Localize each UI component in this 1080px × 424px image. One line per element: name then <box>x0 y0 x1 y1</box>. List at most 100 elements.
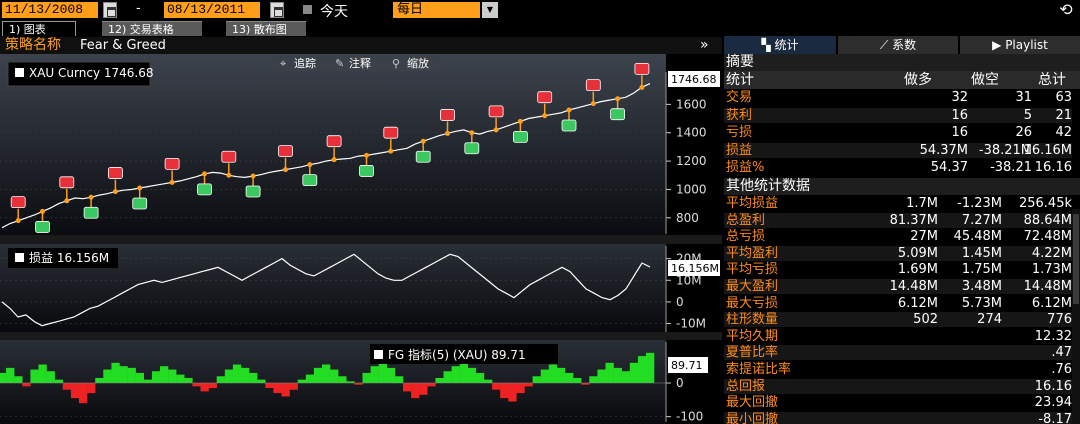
today-label[interactable]: 今天 <box>320 1 348 21</box>
trade-dot <box>615 96 621 102</box>
tab-stats[interactable]: ▚ 统计 <box>724 36 836 54</box>
trade-dot <box>445 130 450 136</box>
fg-bar <box>160 366 169 383</box>
buy-marker[interactable] <box>35 221 50 233</box>
short-value: 1.45M <box>961 245 1002 261</box>
sell-marker[interactable] <box>221 150 237 163</box>
buy-marker[interactable] <box>610 108 625 121</box>
buy-marker[interactable] <box>359 165 374 177</box>
fg-bar <box>338 376 347 383</box>
short-value: 31 <box>1015 90 1032 105</box>
total-value: .76 <box>1051 362 1072 377</box>
total-value: 16.16 <box>1034 378 1072 394</box>
end-calendar-icon[interactable] <box>270 2 284 18</box>
fg-bar <box>6 367 15 383</box>
fg-bar <box>208 383 217 389</box>
trade-dot <box>64 198 70 204</box>
tab-chart[interactable]: 1) 图表 <box>2 21 76 36</box>
stat-row: 夏普比率 .47 <box>724 345 1072 361</box>
legend-swatch[interactable] <box>15 253 24 262</box>
fg-bar <box>200 383 209 392</box>
buy-marker[interactable] <box>464 142 480 155</box>
fg-legend: FG 指标(5) (XAU) 89.71 <box>388 347 526 362</box>
long-value: 502 <box>913 312 938 328</box>
stat-row: 总回报 16.16 <box>724 378 1072 394</box>
fg-bar <box>224 369 234 383</box>
sell-marker[interactable] <box>537 91 553 104</box>
row-label: 平均久期 <box>726 328 779 344</box>
sell-marker[interactable] <box>585 79 601 92</box>
stats-panel: 摘要 统计 做多 做空 总计 交易 32 31 63 获利 16 5 21 亏损 16 26 42 损益… <box>724 54 1080 424</box>
today-checkbox[interactable] <box>303 5 312 14</box>
start-calendar-icon[interactable] <box>103 2 117 18</box>
start-date-field[interactable]: 11/13/2008 <box>2 2 98 18</box>
trade-dot <box>566 107 572 113</box>
long-value: 1.7M <box>906 196 938 211</box>
row-label: 最大亏损 <box>726 295 779 311</box>
zoom-button[interactable]: 缩放 <box>407 56 429 70</box>
fg-bar <box>597 369 606 383</box>
fg-bar <box>297 379 306 383</box>
buy-marker[interactable] <box>83 206 99 219</box>
period-select[interactable]: 每日 <box>393 2 480 18</box>
magnifier-icon[interactable]: ⚲ <box>392 57 400 70</box>
y-tick-label: -100 <box>676 410 703 424</box>
sell-marker[interactable] <box>10 196 26 209</box>
refresh-icon[interactable]: ⟲ <box>1057 1 1075 19</box>
fg-bar <box>168 369 177 383</box>
sell-marker[interactable] <box>59 176 75 189</box>
chevron-down-icon[interactable]: ▼ <box>482 2 498 18</box>
buy-marker[interactable] <box>561 119 577 132</box>
chart-area[interactable]: 160014001200100080020M10M0-10M0-100 ⌖ 追踪… <box>0 54 722 424</box>
trade-dot <box>331 157 337 163</box>
fg-bar <box>330 369 339 383</box>
tab-playlist[interactable]: ▶ Playlist <box>960 36 1080 54</box>
trade-dot <box>420 138 426 144</box>
sell-marker[interactable] <box>326 135 342 148</box>
legend-swatch[interactable] <box>15 68 24 77</box>
play-icon: ▶ <box>992 38 1006 52</box>
expand-icon[interactable]: » <box>700 37 709 54</box>
sell-marker[interactable] <box>383 126 399 139</box>
long-value: 5.09M <box>897 245 938 261</box>
trade-dot <box>40 208 45 214</box>
tab-scatter[interactable]: 13) 散布图 <box>226 21 306 36</box>
end-date-field[interactable]: 08/13/2011 <box>164 2 260 18</box>
sell-marker[interactable] <box>108 167 123 179</box>
fg-bar <box>313 367 323 383</box>
crosshair-icon[interactable]: ⌖ <box>280 57 286 70</box>
stat-row: 总亏损 27M 45.48M 72.48M <box>724 229 1072 244</box>
track-button[interactable]: 追踪 <box>294 56 316 70</box>
tab-coefficients[interactable]: ⟋ 系数 <box>838 36 958 54</box>
sell-marker[interactable] <box>488 105 504 118</box>
legend-swatch[interactable] <box>374 350 383 359</box>
row-label: 亏损 <box>726 125 753 140</box>
pencil-icon[interactable]: ✎ <box>335 57 344 70</box>
annotate-button[interactable]: 注释 <box>349 56 371 70</box>
sell-marker[interactable] <box>278 145 293 157</box>
sell-marker[interactable] <box>164 157 180 170</box>
fg-bar <box>589 376 598 383</box>
sell-marker[interactable] <box>634 62 650 75</box>
scrollbar-thumb[interactable] <box>1073 214 1079 304</box>
strategy-label: 策略名称 <box>5 37 61 53</box>
fg-bar <box>540 369 549 383</box>
buy-marker[interactable] <box>132 197 148 210</box>
long-value: 81.37M <box>889 212 938 228</box>
buy-marker[interactable] <box>513 130 528 143</box>
fg-bar <box>22 383 31 387</box>
trade-dot <box>542 113 548 119</box>
short-value: 26 <box>1015 125 1032 140</box>
strategy-header: 策略名称 Fear & Greed » <box>0 37 722 54</box>
sell-marker[interactable] <box>440 109 455 121</box>
total-value: 42 <box>1055 125 1072 140</box>
buy-marker[interactable] <box>415 150 431 163</box>
buy-marker[interactable] <box>197 183 212 196</box>
y-tick-label: 1200 <box>676 154 707 168</box>
buy-marker[interactable] <box>302 174 318 187</box>
stat-row: 最大亏损 6.12M 5.73M 6.12M <box>724 296 1072 311</box>
tab-trade-table[interactable]: 12) 交易表格 <box>102 21 202 36</box>
row-label: 总回报 <box>726 378 766 394</box>
trade-dot <box>226 172 232 178</box>
buy-marker[interactable] <box>245 185 261 198</box>
